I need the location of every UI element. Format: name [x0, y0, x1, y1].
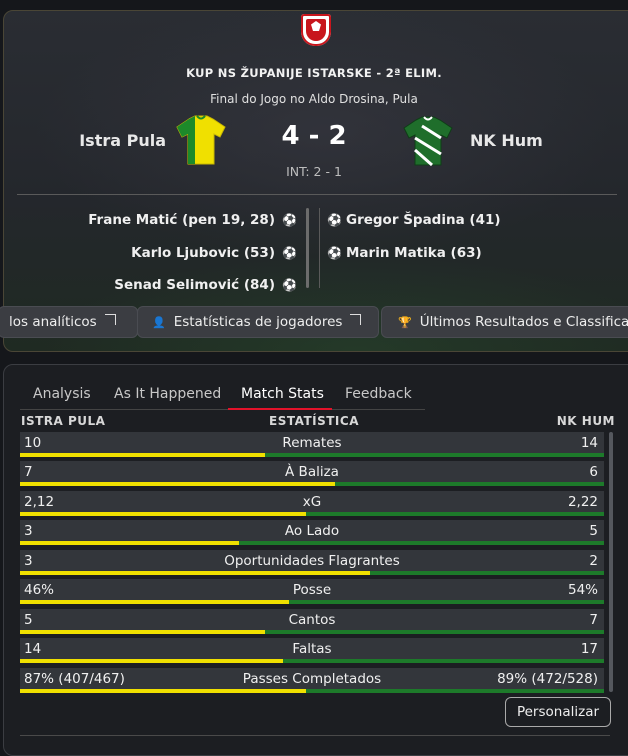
- stat-row: 5 Cantos 7: [20, 609, 604, 634]
- scorers-separator: [306, 208, 309, 288]
- stat-label: Cantos: [288, 612, 336, 628]
- away-scorer: Marin Matika (63): [346, 245, 482, 261]
- stat-away-value: 6: [589, 464, 598, 480]
- stat-comparison-bar: [20, 659, 604, 663]
- scorers-separator-line: [319, 208, 320, 288]
- customize-button[interactable]: Personalizar: [505, 697, 611, 727]
- stat-home-bar-fill: [20, 630, 266, 634]
- stat-away-value: 2: [589, 553, 598, 569]
- stat-row: 46% Posse 54%: [20, 579, 604, 604]
- tab-analysis[interactable]: Analysis: [33, 386, 91, 402]
- stat-away-value: 89% (472/528): [497, 671, 598, 687]
- trophy-icon: 🏆: [398, 316, 412, 329]
- stat-label: Faltas: [292, 641, 332, 657]
- ball-icon: ⚽: [282, 246, 297, 260]
- stat-home-bar-fill: [20, 659, 283, 663]
- stat-away-value: 2,22: [567, 494, 598, 510]
- stat-row: 2,12 xG 2,22: [20, 491, 604, 516]
- ball-icon: ⚽: [327, 213, 342, 227]
- stat-comparison-bar: [20, 512, 604, 516]
- external-link-icon: [104, 314, 116, 325]
- stat-row: 87% (407/467) Passes Completados 89% (472/…: [20, 668, 604, 693]
- home-scorer: Karlo Ljubovic (53): [131, 245, 275, 261]
- stat-row: 3 Ao Lado 5: [20, 520, 604, 545]
- stat-home-bar-fill: [20, 571, 371, 575]
- ball-icon: ⚽: [282, 278, 297, 292]
- tab-feedback[interactable]: Feedback: [345, 386, 412, 402]
- stat-home-bar-fill: [20, 482, 336, 486]
- half-time-score: INT: 2 - 1: [286, 164, 342, 179]
- away-scorer: Gregor Špadina (41): [346, 212, 501, 228]
- stat-comparison-bar: [20, 571, 604, 575]
- analytics-button-label: los analíticos: [9, 314, 97, 330]
- competition-name: KUP NS ŽUPANIJE ISTARSKE - 2ª ELIM.: [186, 66, 442, 80]
- stat-label: Oportunidades Flagrantes: [224, 553, 400, 569]
- stat-away-value: 17: [580, 641, 598, 657]
- ball-icon: ⚽: [282, 213, 297, 227]
- ball-icon: ⚽: [327, 246, 342, 260]
- away-team-name[interactable]: NK Hum: [470, 131, 543, 150]
- header-divider: [17, 194, 617, 195]
- analytics-button[interactable]: los analíticos: [0, 306, 138, 338]
- stat-away-value: 14: [580, 435, 598, 451]
- stat-comparison-bar: [20, 600, 604, 604]
- external-link-icon: [350, 314, 362, 325]
- stat-label: Ao Lado: [284, 523, 340, 539]
- stat-row: 14 Faltas 17: [20, 638, 604, 663]
- stat-comparison-bar: [20, 482, 604, 486]
- away-kit-icon: [403, 116, 453, 166]
- tabs-baseline: [20, 409, 425, 410]
- stat-comparison-bar: [20, 689, 604, 693]
- stats-scrollbar[interactable]: [609, 432, 613, 692]
- panel-bottom-divider: [20, 735, 610, 736]
- home-scorer: Senad Selimović (84): [114, 277, 275, 293]
- player-stats-button[interactable]: 👤 Estatísticas de jogadores: [137, 306, 379, 338]
- tab-as-it-happened[interactable]: As It Happened: [114, 386, 221, 402]
- stats-header-home: ISTRA PULA: [21, 414, 106, 428]
- competition-crest-icon: [301, 14, 331, 46]
- stats-header-away: NK HUM: [556, 414, 615, 428]
- stat-away-value: 7: [589, 612, 598, 628]
- stat-home-bar-fill: [20, 689, 307, 693]
- stat-home-bar-fill: [20, 600, 289, 604]
- stat-label: Remates: [282, 435, 342, 451]
- stat-row: 7À Baliza 6: [20, 461, 604, 486]
- stat-row: 3 Oportunidades Flagrantes 2: [20, 550, 604, 575]
- stat-away-value: 5: [589, 523, 598, 539]
- stats-header-stat: ESTATÍSTICA: [269, 414, 359, 428]
- last-results-button[interactable]: 🏆 Últimos Resultados e Classificaç: [381, 306, 628, 338]
- home-scorer: Frane Matić (pen 19, 28): [88, 212, 275, 228]
- stat-label: Posse: [292, 582, 332, 598]
- stat-comparison-bar: [20, 630, 604, 634]
- venue-text: Final do Jogo no Aldo Drosina, Pula: [210, 92, 418, 106]
- stat-label: xG: [302, 494, 322, 510]
- last-results-button-label: Últimos Resultados e Classificaç: [419, 314, 628, 330]
- person-icon: 👤: [152, 316, 166, 329]
- stat-comparison-bar: [20, 453, 604, 457]
- player-stats-button-label: Estatísticas de jogadores: [173, 314, 343, 330]
- stat-home-bar-fill: [20, 453, 266, 457]
- match-header-panel: [3, 10, 628, 352]
- stat-label: À Baliza: [285, 464, 339, 480]
- tab-match-stats[interactable]: Match Stats: [241, 386, 324, 402]
- stat-home-bar-fill: [20, 512, 307, 516]
- stat-home-bar-fill: [20, 541, 239, 545]
- active-tab-indicator: [228, 408, 332, 410]
- stat-row: 10 Remates 14: [20, 432, 604, 457]
- stat-comparison-bar: [20, 541, 604, 545]
- stat-away-value: 54%: [567, 582, 598, 598]
